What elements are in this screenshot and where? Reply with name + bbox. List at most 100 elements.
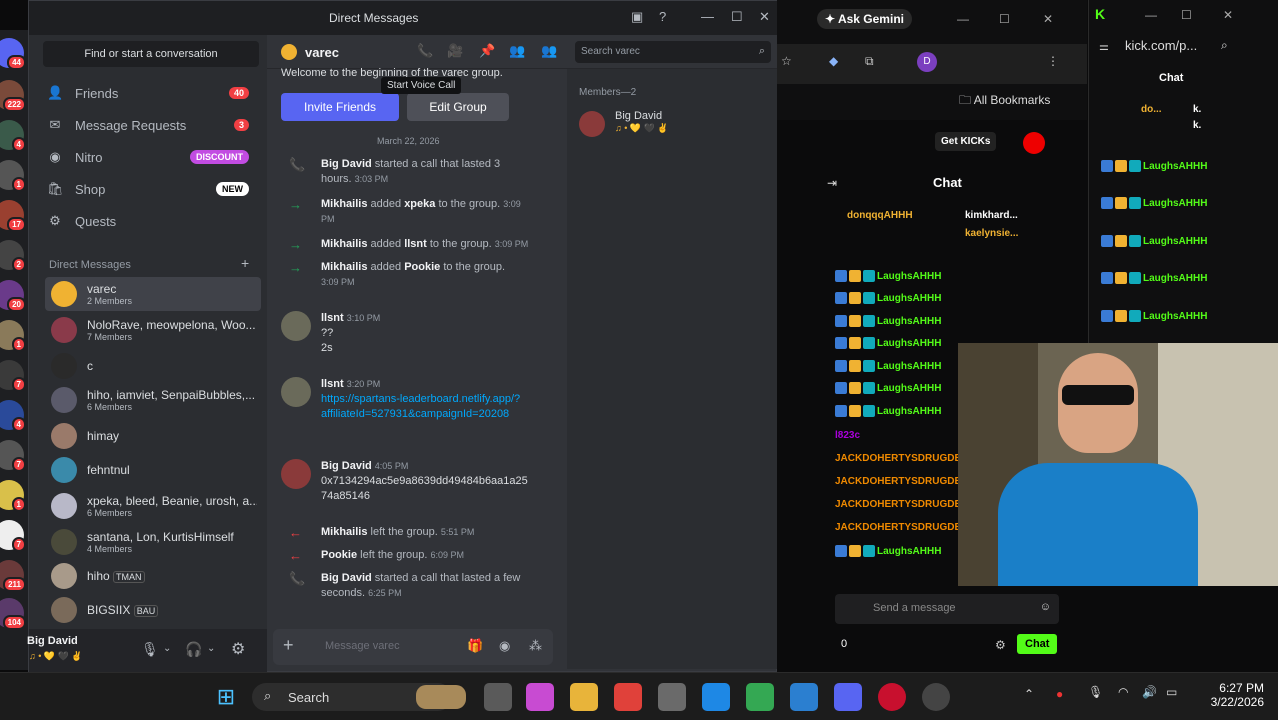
chevron-up-icon[interactable]: ⌃ — [1024, 687, 1034, 701]
server-icon[interactable]: 1 — [0, 320, 26, 352]
minimize-icon[interactable]: — — [1145, 8, 1157, 22]
dm-item[interactable]: xpeka, bleed, Beanie, urosh, a... 6 Membe… — [45, 489, 261, 523]
server-icon[interactable]: 7 — [0, 440, 26, 472]
volume-icon[interactable]: 🔊 — [1142, 685, 1157, 699]
close-icon[interactable]: ✕ — [759, 9, 770, 25]
server-icon[interactable]: 20 — [0, 280, 26, 312]
site-settings-icon[interactable]: ⚌ — [1099, 40, 1109, 53]
all-bookmarks[interactable]: 🗀 All Bookmarks — [959, 91, 1050, 112]
add-member-icon[interactable]: 👥 — [509, 43, 525, 59]
clock[interactable]: 6:27 PM 3/22/2026 — [1200, 681, 1264, 709]
microphone-icon[interactable]: 🎙 — [1088, 685, 1103, 699]
edge-icon[interactable] — [702, 683, 730, 711]
create-dm-icon[interactable]: + — [241, 255, 249, 271]
server-icon[interactable]: 222 — [0, 80, 26, 112]
nav-quests[interactable]: ⚙ Quests — [39, 207, 255, 235]
inbox-icon[interactable]: ▣ — [631, 9, 643, 25]
server-icon[interactable]: 2 — [0, 240, 26, 272]
dm-item[interactable]: fehntnul — [45, 453, 261, 487]
dm-item[interactable]: hiho, iamviet, SenpaiBubbles,... 6 Member… — [45, 383, 261, 417]
member-item[interactable]: Big David ♫ • 💛 🖤 ✌ — [579, 109, 759, 139]
collapse-chat-icon[interactable]: ⇥ — [827, 176, 837, 190]
star-icon[interactable]: ☆ — [781, 54, 792, 68]
server-icon[interactable]: 1 — [0, 480, 26, 512]
chat-send-button[interactable]: Chat — [1017, 634, 1058, 654]
minimize-icon[interactable]: — — [701, 9, 714, 24]
headset-icon[interactable]: 🎧 — [185, 641, 202, 658]
zoom-icon[interactable]: ⌕ — [1221, 38, 1228, 53]
server-icon[interactable]: 4 — [0, 120, 26, 152]
store-icon[interactable] — [658, 683, 686, 711]
taskbar-search[interactable]: ⌕ Search — [252, 683, 466, 711]
dm-item[interactable]: NoloRave, meowpelona, Woo... 7 Members — [45, 313, 261, 347]
settings-gear-icon[interactable]: ⚙ — [231, 639, 245, 659]
copilot-icon[interactable] — [526, 683, 554, 711]
start-button[interactable]: ⊞ — [212, 683, 240, 711]
nav-nitro[interactable]: ◉ Nitro DISCOUNT — [39, 143, 255, 171]
photos-icon[interactable] — [790, 683, 818, 711]
plus-icon[interactable]: + — [283, 635, 294, 656]
maximize-icon[interactable]: ☐ — [999, 12, 1010, 26]
members-list-icon[interactable]: 👥 — [541, 43, 557, 59]
dm-item[interactable]: himay — [45, 419, 261, 453]
find-conversation-button[interactable]: Find or start a conversation — [43, 41, 259, 67]
close-icon[interactable]: ✕ — [1043, 12, 1053, 26]
nav-message-requests[interactable]: ✉ Message Requests 3 — [39, 111, 255, 139]
pin-icon[interactable]: 📌 — [479, 43, 495, 59]
gif-icon[interactable]: ◉ — [499, 638, 510, 654]
server-icon[interactable]: 211 — [0, 560, 26, 592]
dm-item[interactable]: varec 2 Members — [45, 277, 261, 311]
chevron-down-icon[interactable]: ⌄ — [163, 643, 171, 654]
ask-gemini-button[interactable]: ✦ Ask Gemini — [817, 9, 912, 29]
file-explorer-icon[interactable] — [570, 683, 598, 711]
server-icon[interactable]: 7 — [0, 360, 26, 392]
home-icon[interactable]: 44 — [0, 38, 26, 70]
apps-icon[interactable]: ⁂ — [529, 638, 542, 654]
server-icon[interactable]: 4 — [0, 400, 26, 432]
puzzle-icon[interactable]: ⧉ — [865, 54, 874, 69]
opera-icon[interactable] — [878, 683, 906, 711]
discord-icon[interactable] — [834, 683, 862, 711]
microphone-icon[interactable]: 🎙 — [141, 641, 159, 658]
dm-item[interactable]: BIGSIIX BAU — [45, 593, 261, 627]
minimize-icon[interactable]: — — [957, 12, 969, 26]
server-icon[interactable]: 104 — [0, 598, 26, 630]
chrome-profile-icon[interactable] — [746, 683, 774, 711]
emoji-icon[interactable]: ☺ — [1040, 601, 1051, 613]
dm-item[interactable]: santana, Lon, KurtisHimself 4 Members — [45, 525, 261, 559]
profile-avatar[interactable]: D — [917, 52, 937, 72]
server-icon[interactable]: 1 — [0, 160, 26, 192]
server-icon[interactable]: 17 — [0, 200, 26, 232]
chrome-icon[interactable] — [614, 683, 642, 711]
maximize-icon[interactable]: ☐ — [731, 9, 743, 25]
obs-icon[interactable] — [922, 683, 950, 711]
message-link[interactable]: https://spartans-leaderboard.netlify.app… — [321, 392, 521, 422]
search-input[interactable]: Search varec ⌕ — [575, 41, 771, 63]
menu-icon[interactable]: ⋮ — [1047, 54, 1059, 68]
chevron-down-icon[interactable]: ⌄ — [207, 643, 215, 654]
dm-sidebar: Find or start a conversation 👤 Friends 40 … — [27, 35, 267, 673]
battery-icon[interactable]: ▭ — [1166, 685, 1177, 699]
chat-settings-icon[interactable]: ⚙ — [995, 638, 1006, 652]
dm-item[interactable]: c — [45, 349, 261, 383]
gift-icon[interactable]: 🎁 — [467, 638, 483, 654]
nav-shop[interactable]: 🛍 Shop NEW — [39, 175, 255, 203]
close-icon[interactable]: ✕ — [1223, 8, 1233, 22]
dm-item[interactable]: hiho TMAN — [45, 559, 261, 593]
server-icon[interactable]: 7 — [0, 520, 26, 552]
nav-friends[interactable]: 👤 Friends 40 — [39, 79, 255, 107]
message-composer[interactable]: + Message varec 🎁 ◉ ⁂ — [273, 629, 553, 665]
task-view-icon[interactable] — [484, 683, 512, 711]
extension-icon[interactable]: ◆ — [829, 54, 838, 68]
video-call-icon[interactable]: 🎥 — [447, 43, 463, 59]
url-bar[interactable]: kick.com/p... — [1125, 38, 1197, 53]
help-icon[interactable]: ? — [659, 9, 666, 24]
edit-group-button[interactable]: Edit Group — [407, 93, 509, 121]
voice-call-icon[interactable]: 📞 — [417, 43, 433, 59]
invite-friends-button[interactable]: Invite Friends — [281, 93, 399, 121]
record-icon[interactable]: ● — [1056, 687, 1063, 701]
send-message-input[interactable]: Send a message ☺ — [835, 594, 1059, 624]
wifi-icon[interactable]: ◠ — [1118, 685, 1128, 699]
maximize-icon[interactable]: ☐ — [1181, 8, 1192, 22]
get-kicks-button[interactable]: Get KICKs — [935, 132, 997, 151]
